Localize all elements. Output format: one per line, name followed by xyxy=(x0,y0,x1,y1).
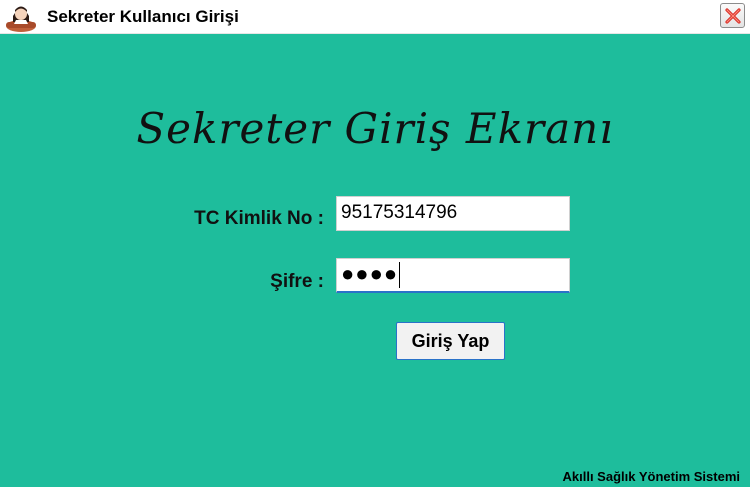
text-caret xyxy=(399,262,401,289)
password-label: Şifre : xyxy=(270,271,324,292)
window-title: Sekreter Kullanıcı Girişi xyxy=(47,7,239,26)
tc-kimlik-label: TC Kimlik No : xyxy=(194,208,324,229)
login-panel: Sekreter Giriş Ekranı TC Kimlik No : 951… xyxy=(0,34,750,487)
page-title: Sekreter Giriş Ekranı xyxy=(136,104,614,153)
tc-kimlik-input[interactable]: 95175314796 xyxy=(336,196,570,231)
footer-app-name: Akıllı Sağlık Yönetim Sistemi xyxy=(562,469,741,484)
password-input[interactable]: ●●●● xyxy=(336,258,570,293)
title-bar: Sekreter Kullanıcı Girişi xyxy=(0,0,750,34)
close-button[interactable] xyxy=(720,3,745,28)
secretary-avatar-icon xyxy=(4,2,38,32)
password-mask: ●●●● xyxy=(341,261,399,286)
close-x-icon xyxy=(724,7,741,24)
login-button[interactable]: Giriş Yap xyxy=(396,322,505,360)
